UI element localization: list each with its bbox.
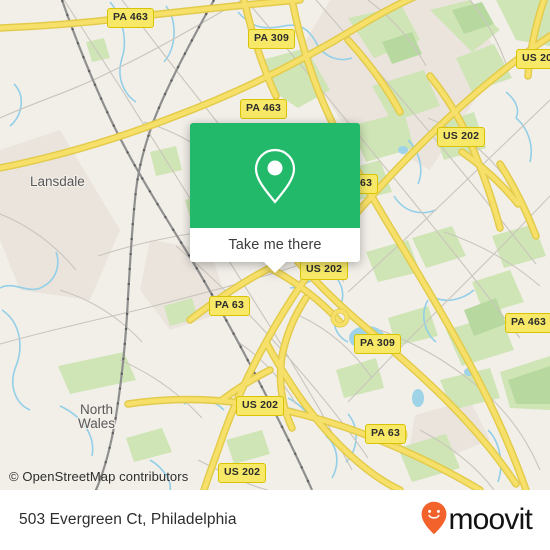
map-page: Lansdale North Wales PA 463 PA 309 PA 46…	[0, 0, 550, 550]
map-canvas[interactable]: Lansdale North Wales PA 463 PA 309 PA 46…	[0, 0, 550, 490]
popup-pointer-arrow	[263, 261, 287, 273]
popup-action-bar[interactable]: Take me there	[190, 228, 360, 273]
highway-shield: PA 463	[240, 99, 288, 119]
osm-attribution[interactable]: © OpenStreetMap contributors	[9, 469, 188, 484]
highway-shield: PA 63	[365, 424, 407, 444]
moovit-pin-smile-icon	[421, 501, 447, 540]
map-place-label: Lansdale	[30, 174, 85, 189]
highway-shield: PA 309	[248, 29, 296, 49]
highway-shield: US 20	[516, 49, 550, 69]
take-me-there-label: Take me there	[228, 237, 322, 253]
moovit-logo[interactable]: moovit	[421, 501, 533, 540]
address-label: 503 Evergreen Ct, Philadelphia	[19, 511, 237, 528]
highway-shield: PA 463	[107, 8, 155, 28]
highway-shield: US 202	[236, 396, 285, 416]
moovit-wordmark: moovit	[448, 503, 532, 536]
map-place-label: North Wales	[78, 402, 116, 431]
highway-shield: PA 309	[354, 334, 402, 354]
highway-shield: PA 63	[209, 296, 251, 316]
map-pin-icon	[252, 146, 298, 206]
highway-shield: US 202	[300, 260, 349, 280]
highway-shield: PA 463	[505, 313, 550, 333]
highway-shield: US 202	[437, 127, 486, 147]
popup-marker-area	[190, 123, 360, 228]
footer-bar: 503 Evergreen Ct, Philadelphia moovit	[0, 490, 550, 550]
location-popup-card[interactable]: Take me there	[190, 123, 360, 273]
highway-shield: US 202	[218, 463, 267, 483]
